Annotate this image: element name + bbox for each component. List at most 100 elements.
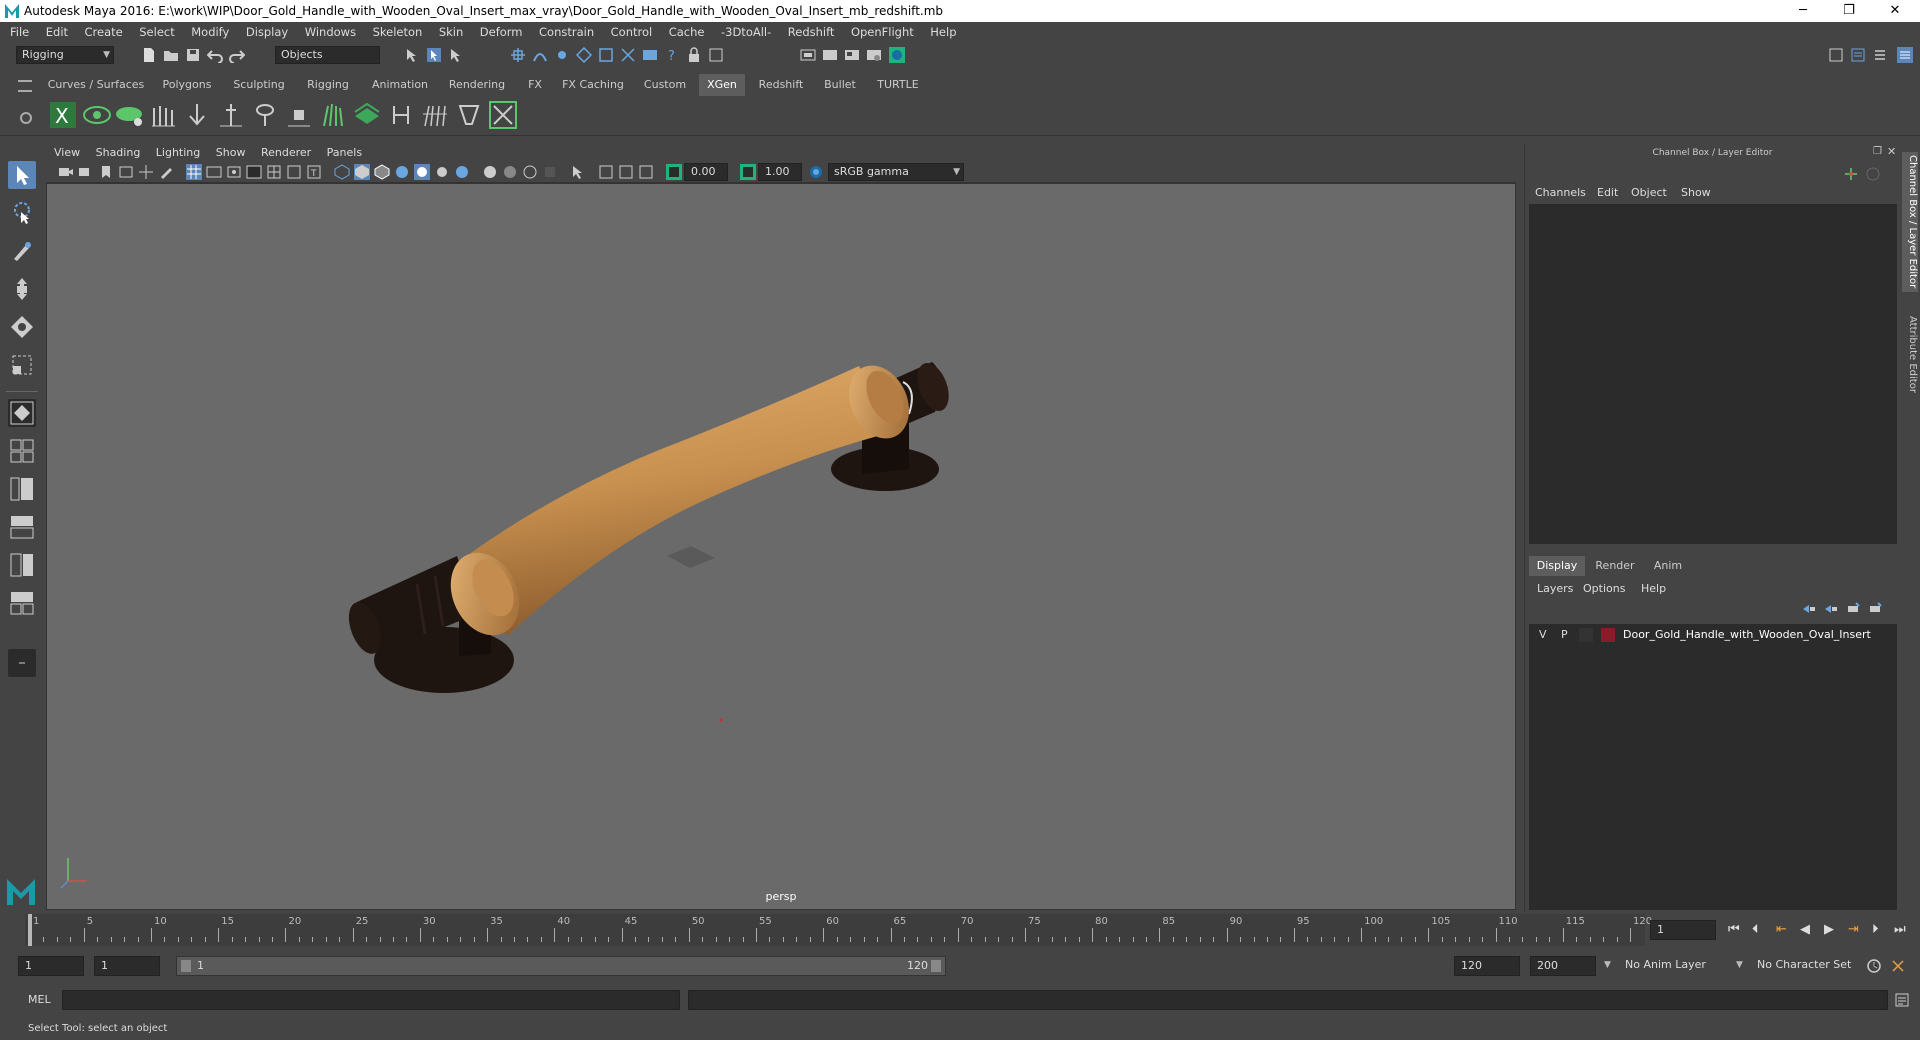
save-scene-icon[interactable] [185, 47, 201, 63]
xgen-description-icon[interactable] [114, 100, 144, 130]
use-all-lights-icon[interactable] [414, 164, 430, 180]
selection-mask-dropdown[interactable]: Objects [275, 46, 380, 64]
select-by-component-icon[interactable] [448, 47, 464, 63]
grease-pencil-icon[interactable] [158, 164, 174, 180]
side-tab-attribute-editor[interactable]: Attribute Editor [1902, 304, 1918, 404]
xgen-guide-lock-icon[interactable] [284, 100, 314, 130]
lasso-tool-icon[interactable] [8, 199, 36, 227]
vp-menu-shading[interactable]: Shading [96, 146, 141, 159]
step-back-key-icon[interactable]: ⇤ [1776, 922, 1787, 937]
char-set-chevron-icon[interactable]: ▼ [1736, 960, 1743, 970]
persp-graph-layout-icon[interactable] [8, 513, 36, 541]
xgen-preview-icon[interactable] [82, 100, 112, 130]
view-transform-dropdown[interactable]: sRGB gamma ▼ [828, 163, 964, 181]
select-by-hierarchy-icon[interactable] [404, 47, 420, 63]
close-button[interactable]: ✕ [1872, 0, 1918, 22]
menu-display[interactable]: Display [246, 25, 288, 39]
scale-tool-icon[interactable] [8, 351, 36, 379]
open-scene-icon[interactable] [163, 47, 179, 63]
tab-xgen[interactable]: XGen [699, 74, 745, 96]
door-handle-model[interactable] [47, 184, 1516, 910]
layer-row[interactable]: V P Door_Gold_Handle_with_Wooden_Oval_In… [1529, 624, 1897, 646]
xgen-fur-icon[interactable] [318, 100, 348, 130]
multisample-aa-icon[interactable] [502, 164, 518, 180]
four-view-layout-icon[interactable] [8, 437, 36, 465]
cb-menu-edit[interactable]: Edit [1597, 186, 1618, 199]
xgen-smooth-icon[interactable] [454, 100, 484, 130]
vp-menu-lighting[interactable]: Lighting [156, 146, 200, 159]
backface-culling-icon[interactable] [638, 164, 654, 180]
step-forward-icon[interactable]: ⏵ [1872, 922, 1879, 937]
snap-to-point-icon[interactable] [554, 47, 570, 63]
snap-to-curve-icon[interactable] [532, 47, 548, 63]
redo-icon[interactable] [229, 47, 245, 63]
bookmark-icon[interactable] [98, 164, 114, 180]
exposure-icon[interactable] [666, 164, 682, 180]
ipr-render-icon[interactable] [642, 47, 658, 63]
float-panel-icon[interactable]: ❐ [1873, 146, 1882, 157]
shadows-icon[interactable] [434, 164, 450, 180]
xgen-noise-icon[interactable] [488, 100, 518, 130]
xgen-cut-icon[interactable] [420, 100, 450, 130]
anim-layer-dropdown[interactable]: No Anim Layer [1620, 957, 1734, 975]
time-slider-track[interactable]: 1 5 10 15 20 25 30 35 40 45 50 55 60 65 70 75 80 85 90 95 10… [25, 914, 1652, 946]
xgen-guide-sculpt-icon[interactable] [250, 100, 280, 130]
close-panel-icon[interactable]: ✕ [1887, 145, 1896, 158]
gamma-field[interactable]: 1.00 [758, 163, 802, 181]
tab-animation[interactable]: Animation [367, 74, 433, 96]
vp-menu-panels[interactable]: Panels [327, 146, 362, 159]
le-menu-layers[interactable]: Layers [1537, 582, 1573, 595]
grid-toggle-icon[interactable] [186, 164, 202, 180]
side-tab-channel-box[interactable]: Channel Box / Layer Editor [1902, 152, 1918, 292]
tab-layer-render[interactable]: Render [1587, 556, 1643, 576]
tab-layer-display[interactable]: Display [1529, 556, 1585, 576]
rotate-tool-icon[interactable] [8, 313, 36, 341]
render-settings-icon[interactable] [866, 47, 882, 63]
menu-set-dropdown[interactable]: Rigging ▼ [16, 46, 114, 64]
render-view-icon[interactable] [800, 47, 816, 63]
lock-icon[interactable] [686, 47, 702, 63]
layer-color-swatch[interactable] [1601, 628, 1615, 642]
vp-menu-show[interactable]: Show [216, 146, 246, 159]
vp-menu-renderer[interactable]: Renderer [261, 146, 311, 159]
go-to-end-icon[interactable]: ⏭ [1894, 922, 1906, 937]
shelf-settings-gear-icon[interactable] [20, 112, 32, 124]
channel-box-area[interactable] [1529, 204, 1897, 544]
menu-edit[interactable]: Edit [46, 25, 68, 39]
menu-openflight[interactable]: OpenFlight [851, 25, 914, 39]
select-camera-icon[interactable] [58, 164, 74, 180]
isolate-select-icon[interactable] [542, 164, 558, 180]
menu-skeleton[interactable]: Skeleton [373, 25, 423, 39]
scene-start-field[interactable]: 1 [18, 956, 84, 976]
hypershade-icon[interactable] [888, 46, 906, 64]
le-menu-help[interactable]: Help [1641, 582, 1666, 595]
move-layer-up-icon[interactable] [1801, 601, 1817, 617]
shelf-menu-icon[interactable] [18, 80, 32, 92]
xgen-move-guide-icon[interactable] [182, 100, 212, 130]
tab-redshift[interactable]: Redshift [750, 74, 812, 96]
range-start-handle[interactable] [181, 960, 191, 972]
minimize-button[interactable]: ─ [1780, 0, 1826, 22]
mel-label[interactable]: MEL [28, 993, 51, 1006]
paint-select-tool-icon[interactable] [8, 237, 36, 265]
script-editor-icon[interactable] [1894, 992, 1910, 1008]
menu-select[interactable]: Select [139, 25, 174, 39]
vp-menu-view[interactable]: View [54, 146, 80, 159]
cb-menu-show[interactable]: Show [1681, 186, 1711, 199]
range-slider[interactable]: 1 120 [176, 956, 946, 976]
screen-space-ao-icon[interactable] [454, 164, 470, 180]
move-layer-down-icon[interactable] [1823, 601, 1839, 617]
image-plane-icon[interactable] [118, 164, 134, 180]
new-scene-icon[interactable] [141, 47, 157, 63]
range-end-handle[interactable] [931, 960, 941, 972]
move-tool-icon[interactable] [8, 275, 36, 303]
safe-action-icon[interactable] [286, 164, 302, 180]
render-frame-icon[interactable] [620, 47, 636, 63]
safe-title-icon[interactable]: T [306, 164, 322, 180]
time-slider[interactable]: 1 5 10 15 20 25 30 35 40 45 50 55 60 65 70 75 80 85 90 95 10… [0, 914, 1920, 946]
menu-modify[interactable]: Modify [191, 25, 229, 39]
snap-to-surface-icon[interactable] [598, 47, 614, 63]
tab-rigging[interactable]: Rigging [298, 74, 358, 96]
menu-create[interactable]: Create [85, 25, 123, 39]
current-time-marker[interactable] [28, 914, 32, 946]
